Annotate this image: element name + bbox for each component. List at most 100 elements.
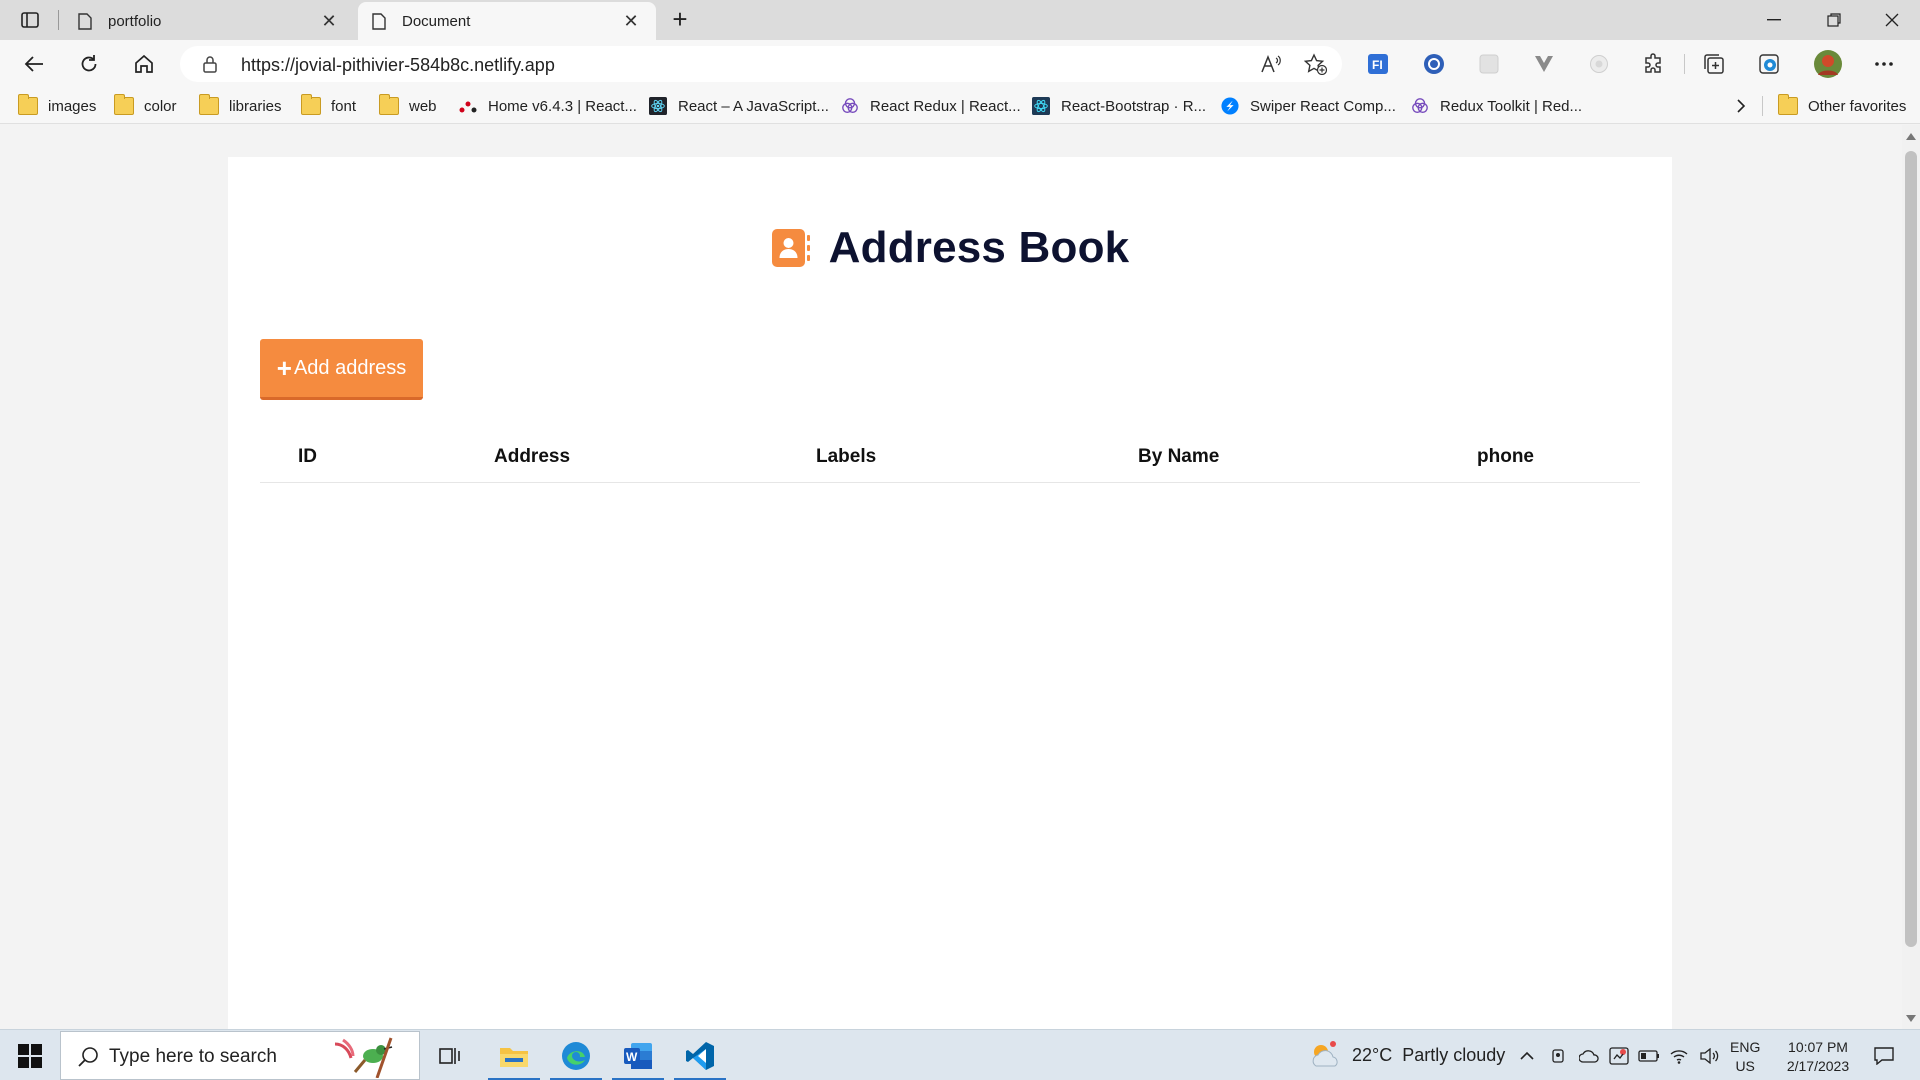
scrollbar-thumb[interactable] xyxy=(1905,151,1917,947)
other-favorites-folder[interactable]: Other favorites xyxy=(1778,94,1906,118)
favorite-label: Redux Toolkit | Red... xyxy=(1440,97,1583,115)
column-header-address: Address xyxy=(494,446,571,467)
add-address-button[interactable]: + Add address xyxy=(260,339,423,400)
tab-title: portfolio xyxy=(108,12,162,30)
other-favorites-label: Other favorites xyxy=(1808,97,1907,115)
scroll-up-arrow-icon[interactable] xyxy=(1906,133,1916,140)
back-button[interactable] xyxy=(16,48,52,80)
home-button[interactable] xyxy=(126,48,162,80)
read-aloud-icon[interactable] xyxy=(1258,52,1284,76)
favorite-swiper[interactable]: Swiper React Comp... xyxy=(1220,94,1396,118)
battery-icon[interactable] xyxy=(1636,1044,1662,1068)
favorite-redux-toolkit[interactable]: Redux Toolkit | Red... xyxy=(1410,94,1582,118)
input-language[interactable]: ENG US xyxy=(1730,1038,1760,1076)
favorite-label: React – A JavaScript... xyxy=(678,97,829,115)
security-shield-icon[interactable] xyxy=(1606,1044,1632,1068)
favorite-color[interactable]: color xyxy=(114,94,177,118)
favorite-react-bootstrap[interactable]: React-Bootstrap · R... xyxy=(1031,94,1206,118)
restore-button[interactable] xyxy=(1806,0,1862,40)
react-router-icon xyxy=(459,101,477,113)
collections-icon[interactable] xyxy=(1700,50,1728,78)
tab-portfolio[interactable]: portfolio ✕ xyxy=(64,2,354,40)
favorite-libraries[interactable]: libraries xyxy=(199,94,282,118)
notification-center-icon[interactable] xyxy=(1866,1042,1902,1070)
page-icon xyxy=(78,12,92,30)
word-icon[interactable]: W xyxy=(612,1034,664,1080)
file-explorer-icon[interactable] xyxy=(488,1034,540,1080)
page-title: Address Book xyxy=(828,223,1130,272)
extension-ghost-icon[interactable] xyxy=(1585,50,1613,78)
weather-widget[interactable]: 22°C Partly cloudy xyxy=(1308,1040,1505,1070)
meet-now-icon[interactable] xyxy=(1546,1044,1572,1068)
windows-start-icon[interactable] xyxy=(10,1042,50,1070)
tab-title: Document xyxy=(402,12,471,30)
onedrive-cloud-icon[interactable] xyxy=(1576,1044,1602,1068)
folder-icon xyxy=(1778,94,1798,115)
add-address-label: Add address xyxy=(293,356,407,379)
search-placeholder: Type here to search xyxy=(109,1046,277,1067)
favorite-label: font xyxy=(331,97,357,115)
favorite-label: React Redux | React... xyxy=(870,97,1021,115)
favorite-label: Home v6.4.3 | React... xyxy=(488,97,637,115)
favorite-web[interactable]: web xyxy=(379,94,437,118)
extension-vue-icon[interactable] xyxy=(1530,50,1558,78)
show-hidden-icons-chevron-icon[interactable] xyxy=(1514,1044,1540,1068)
search-icon xyxy=(78,1047,98,1067)
extension-fi-icon[interactable]: FI xyxy=(1364,50,1392,78)
extension-circle-icon[interactable] xyxy=(1420,50,1448,78)
page-heading: Address Book xyxy=(228,223,1672,273)
plus-icon: + xyxy=(276,353,292,383)
favorite-react[interactable]: React – A JavaScript... xyxy=(648,94,829,118)
wifi-icon[interactable] xyxy=(1666,1044,1692,1068)
extensions-puzzle-icon[interactable] xyxy=(1640,50,1668,78)
address-book-card: Address Book + Add address ID Address La… xyxy=(228,157,1672,1029)
browser-toolbar: https://jovial-pithivier-584b8c.netlify.… xyxy=(0,40,1920,88)
lock-icon[interactable] xyxy=(202,55,218,73)
refresh-button[interactable] xyxy=(71,48,107,80)
close-icon[interactable]: ✕ xyxy=(318,11,340,32)
favorite-label: images xyxy=(48,97,97,115)
folder-icon xyxy=(114,94,134,115)
address-book-icon xyxy=(771,229,810,267)
clock-time: 10:07 PM xyxy=(1788,1039,1848,1055)
extension-square-icon[interactable] xyxy=(1475,50,1503,78)
profile-avatar[interactable] xyxy=(1812,48,1844,80)
favorite-font[interactable]: font xyxy=(301,94,356,118)
close-icon[interactable]: ✕ xyxy=(620,11,642,32)
edge-browser-icon[interactable] xyxy=(550,1034,602,1080)
address-bar[interactable]: https://jovial-pithivier-584b8c.netlify.… xyxy=(180,46,1342,82)
system-clock[interactable]: 10:07 PM 2/17/2023 xyxy=(1770,1038,1866,1076)
tab-actions-icon[interactable] xyxy=(14,8,46,32)
tab-strip: portfolio ✕ Document ✕ + xyxy=(0,0,1920,40)
vscode-icon[interactable] xyxy=(674,1034,726,1080)
page-scrollbar[interactable] xyxy=(1902,125,1920,1029)
column-header-by-name: By Name xyxy=(1138,446,1220,467)
react-bootstrap-icon xyxy=(1032,97,1050,115)
language-code: ENG xyxy=(1730,1039,1761,1055)
favorite-images[interactable]: images xyxy=(18,94,96,118)
favorite-react-router[interactable]: Home v6.4.3 | React... xyxy=(458,94,637,118)
column-header-phone: phone xyxy=(1477,446,1534,467)
new-tab-button[interactable]: + xyxy=(666,6,694,34)
edge-bar-icon[interactable] xyxy=(1755,50,1783,78)
volume-icon[interactable] xyxy=(1696,1044,1722,1068)
favorites-overflow-chevron-icon[interactable] xyxy=(1736,94,1746,118)
page-icon xyxy=(372,12,386,30)
favorite-react-redux[interactable]: React Redux | React... xyxy=(840,94,1021,118)
folder-icon xyxy=(301,94,321,115)
scroll-down-arrow-icon[interactable] xyxy=(1906,1015,1916,1022)
add-favorite-icon[interactable] xyxy=(1302,52,1328,76)
windows-taskbar: Type here to search W 22°C Partly cloudy xyxy=(0,1029,1920,1080)
url-text[interactable]: https://jovial-pithivier-584b8c.netlify.… xyxy=(241,55,555,76)
tab-document[interactable]: Document ✕ xyxy=(358,2,656,40)
folder-icon xyxy=(199,94,219,115)
taskbar-search-box[interactable]: Type here to search xyxy=(60,1031,420,1080)
task-view-icon[interactable] xyxy=(424,1034,476,1078)
weather-condition: Partly cloudy xyxy=(1402,1044,1506,1065)
settings-more-icon[interactable] xyxy=(1870,50,1898,78)
favorites-bar: images color libraries font web Home v6.… xyxy=(0,88,1920,124)
tab-divider xyxy=(58,10,59,30)
minimize-button[interactable] xyxy=(1746,0,1802,40)
partly-cloudy-icon xyxy=(1312,1041,1338,1067)
close-window-button[interactable] xyxy=(1864,0,1920,40)
